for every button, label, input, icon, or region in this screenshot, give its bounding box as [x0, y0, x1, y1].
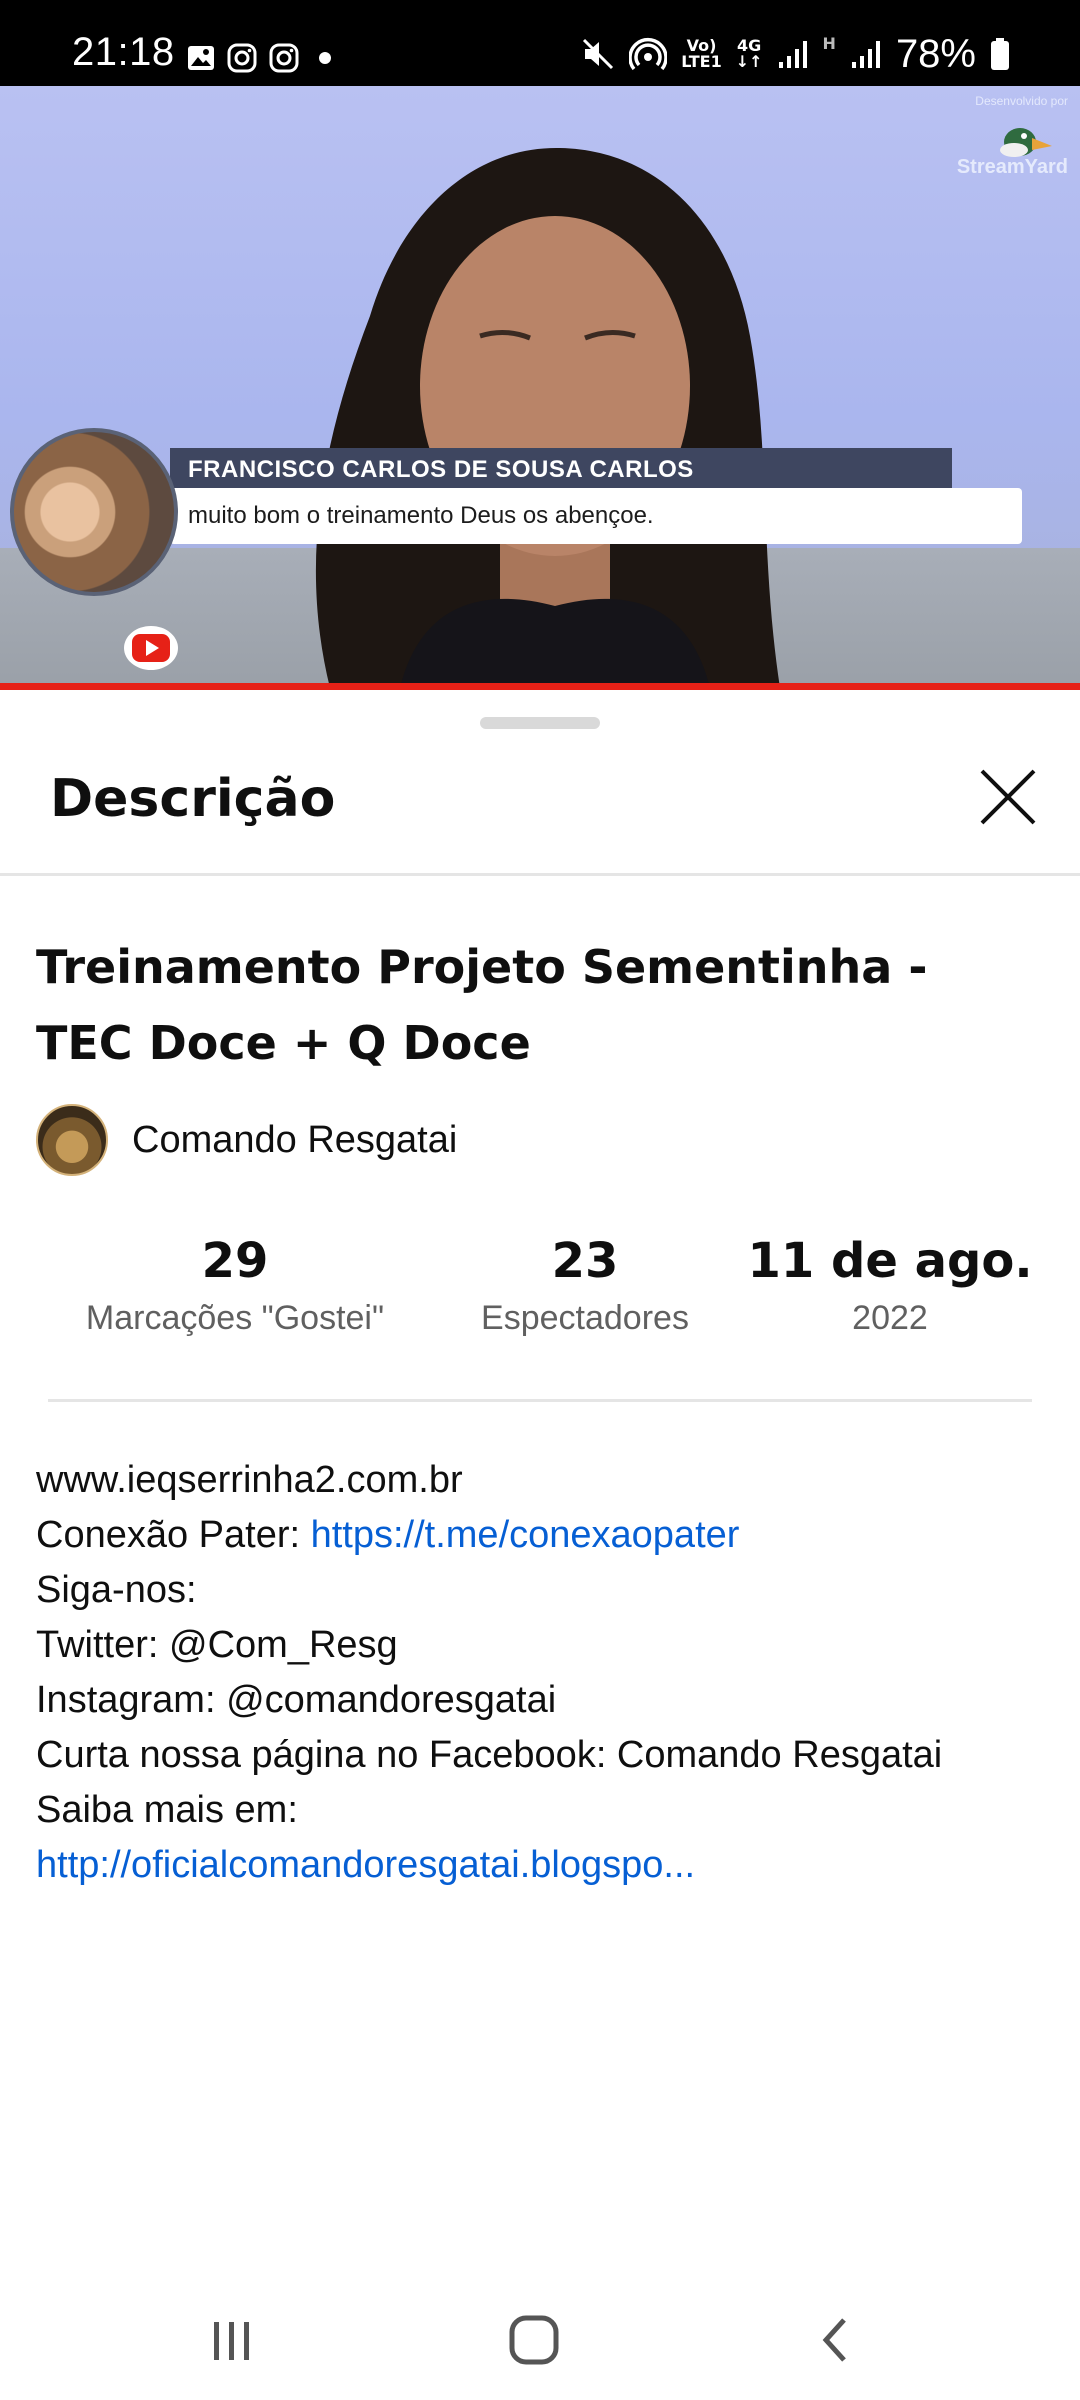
instagram-icon	[269, 43, 299, 73]
video-player[interactable]: Desenvolvido por StreamYard FRANCISCO CA…	[0, 86, 1080, 688]
home-icon	[509, 2315, 559, 2365]
battery-icon	[991, 38, 1009, 70]
description-sheet: Descrição Treinamento Projeto Sementinha…	[0, 693, 1080, 2400]
back-icon	[822, 2318, 846, 2362]
streamyard-watermark: Desenvolvido por StreamYard	[956, 94, 1068, 178]
description-line: Instagram: @comandoresgatai	[36, 1679, 557, 1721]
recent-apps-icon	[214, 2322, 249, 2360]
description-line: http://oficialcomandoresgatai.blogspo...	[36, 1838, 1056, 1893]
notification-icons	[186, 40, 340, 76]
description-line: Curta nossa página no Facebook: Comando …	[36, 1734, 943, 1776]
description-line: Siga-nos:	[36, 1569, 197, 1611]
blog-link[interactable]: http://oficialcomandoresgatai.blogspo...	[36, 1844, 695, 1886]
video-title: Treinamento Projeto Sementinha - TEC Doc…	[36, 940, 928, 1070]
viewers-label: Espectadores	[481, 1299, 689, 1337]
navigation-bar	[0, 2270, 1080, 2400]
publish-date: 11 de ago.	[747, 1233, 1033, 1289]
description-line: Saiba mais em:	[36, 1789, 298, 1831]
dot-icon	[319, 52, 331, 64]
description-line: www.ieqserrinha2.com.br	[36, 1459, 463, 1501]
close-icon	[980, 769, 1036, 825]
h-indicator: H	[822, 34, 836, 53]
instagram-icon	[227, 43, 257, 73]
description-line: Conexão Pater: https://t.me/conexaopater	[36, 1514, 740, 1556]
comment-message-banner: muito bom o treinamento Deus os abençoe.	[170, 488, 1022, 544]
network-gen-indicator: 4G ↓↑	[735, 36, 763, 71]
status-bar: 21:18 Vo) LTE1 4G ↓↑ H 78%	[0, 0, 1080, 86]
home-button[interactable]	[474, 2290, 594, 2390]
likes-label: Marcações "Gostei"	[85, 1299, 385, 1337]
publish-year: 2022	[852, 1299, 928, 1337]
hotspot-icon	[629, 38, 668, 71]
description-line: Twitter: @Com_Resg	[36, 1624, 398, 1666]
drag-handle[interactable]	[480, 717, 600, 729]
close-button[interactable]	[960, 749, 1056, 845]
channel-avatar[interactable]	[36, 1104, 108, 1176]
description-text: www.ieqserrinha2.com.br Conexão Pater: h…	[36, 1453, 1056, 1893]
video-progress-bar[interactable]	[0, 683, 1080, 690]
mute-icon	[583, 38, 614, 70]
person-figure	[315, 147, 780, 688]
commenter-avatar	[10, 428, 178, 596]
stats-divider	[48, 1399, 1032, 1402]
channel-name[interactable]: Comando Resgatai	[132, 1119, 457, 1162]
system-icons: Vo) LTE1 4G ↓↑ H 78%	[581, 30, 1010, 78]
image-icon	[188, 46, 214, 70]
volte-indicator: Vo) LTE1	[681, 36, 722, 71]
viewers-count: 23	[551, 1233, 619, 1289]
stats-row: 29 Marcações "Gostei" 23 Espectadores 11…	[0, 1233, 1080, 1373]
likes-count: 29	[201, 1233, 269, 1289]
header-divider	[0, 873, 1080, 876]
signal-icon	[778, 41, 807, 68]
recent-apps-button[interactable]	[172, 2290, 292, 2390]
signal-icon	[851, 41, 880, 68]
status-time: 21:18	[72, 30, 175, 74]
date-stat: 11 de ago. 2022	[740, 1233, 1040, 1338]
telegram-link[interactable]: https://t.me/conexaopater	[311, 1514, 740, 1556]
youtube-badge-icon	[124, 626, 178, 670]
battery-percent: 78%	[895, 31, 976, 76]
viewers-stat: 23 Espectadores	[440, 1233, 730, 1338]
back-button[interactable]	[776, 2290, 896, 2390]
duck-logo-icon	[1000, 128, 1052, 157]
channel-row[interactable]: Comando Resgatai	[36, 1103, 457, 1177]
sheet-title: Descrição	[50, 769, 336, 829]
likes-stat: 29 Marcações "Gostei"	[40, 1233, 430, 1338]
comment-author-banner: FRANCISCO CARLOS DE SOUSA CARLOS	[170, 448, 952, 492]
